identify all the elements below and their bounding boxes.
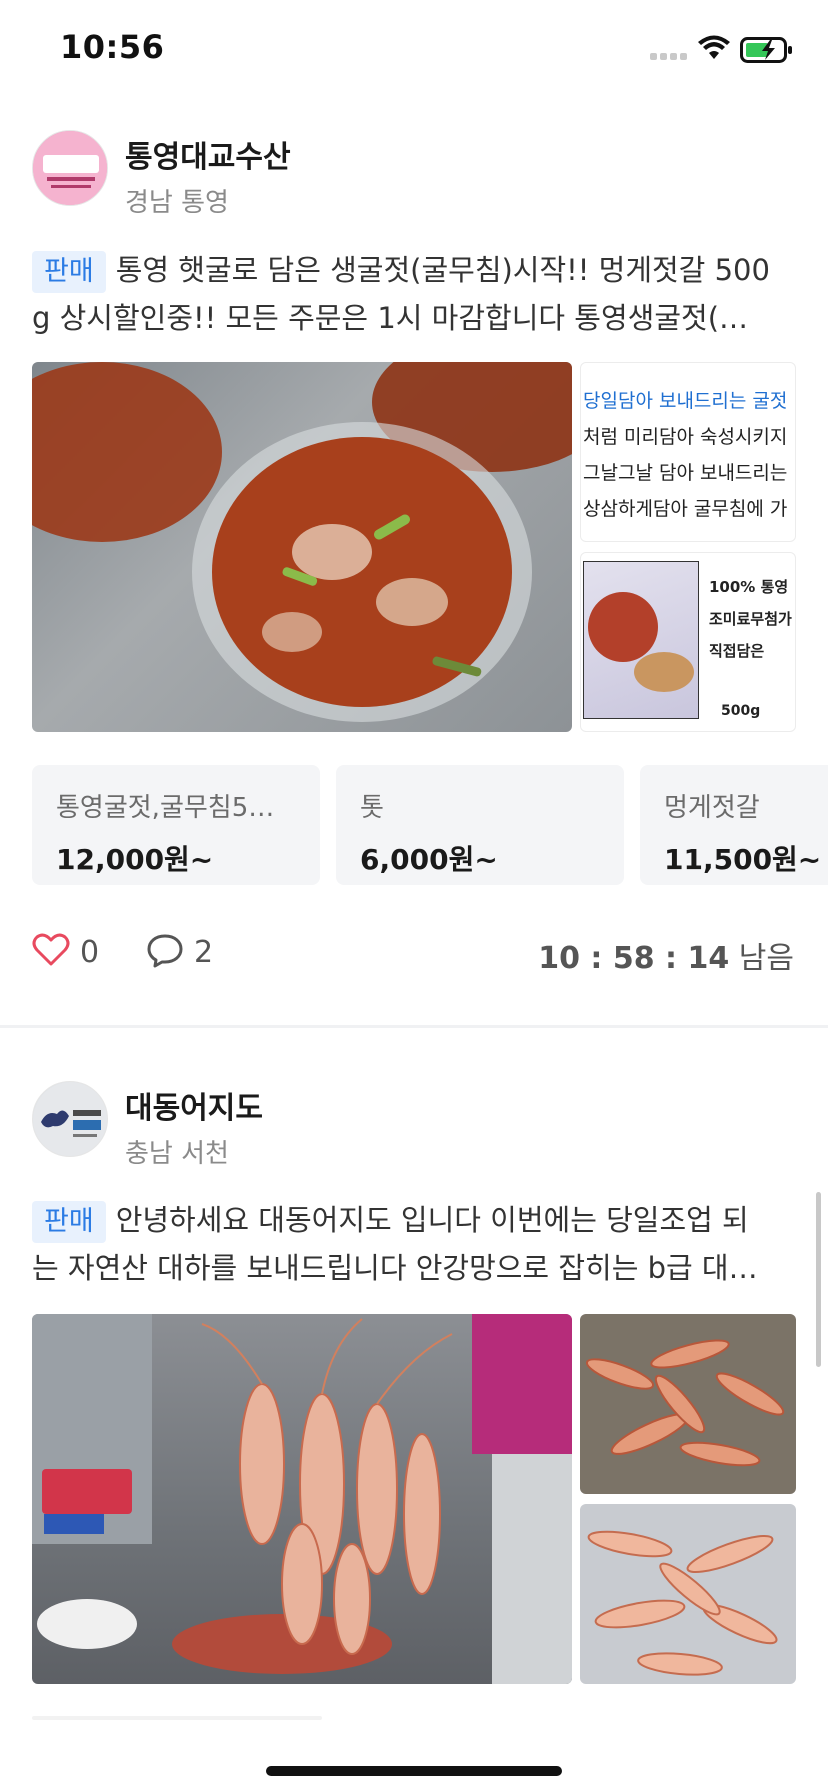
seller-logo (33, 131, 107, 205)
like-count: 0 (80, 935, 100, 970)
post-text-line: 안녕하세요 대동어지도 입니다 이번에는 당일조업 되 (115, 1203, 749, 1237)
thumbnail-photo[interactable]: 당일담아 보내드리는 굴젓 처럼 미리담아 숙성시키지 그날그날 담아 보내드리… (580, 362, 796, 542)
thumbnail-text: 직접담은 (709, 642, 765, 660)
next-post-peek (32, 1716, 322, 1720)
timer-seconds: 14 (687, 941, 730, 976)
seller-logo (33, 1082, 107, 1156)
thumbnail-text: 500g (721, 703, 761, 719)
post-description[interactable]: 판매 안녕하세요 대동어지도 입니다 이번에는 당일조업 되 는 자연산 대하를 … (32, 1196, 798, 1292)
comment-icon[interactable] (146, 933, 184, 969)
timer-hours: 10 (538, 941, 580, 976)
time-remaining: 10 : 58 : 14 남음 (538, 941, 794, 976)
post-text-line: 통영 햇굴로 담은 생굴젓(굴무침)시작!! 멍게젓갈 500 (115, 253, 770, 287)
main-photo[interactable] (32, 1314, 572, 1684)
sale-badge: 판매 (32, 1201, 106, 1243)
thumbnail-text: 그날그날 담아 보내드리는 (583, 462, 788, 484)
seller-location: 충남 서천 (125, 1139, 229, 1169)
product-name: 멍게젓갈 (664, 793, 760, 823)
home-indicator[interactable] (266, 1766, 562, 1776)
thumbnail-text: 100% 통영 (709, 578, 789, 596)
heart-icon[interactable] (32, 933, 70, 967)
product-price: 11,500원~ (664, 843, 822, 876)
timer-suffix: 남음 (738, 941, 794, 976)
thumbnail-text: 조미료무첨가 (709, 610, 792, 628)
shrimp-thumbnail-image (587, 1530, 778, 1676)
shrimp-image (32, 1314, 572, 1684)
post-text-line: g 상시할인중!! 모든 주문은 1시 마감합니다 통영생굴젓(… (32, 301, 749, 335)
thumbnail-photo[interactable]: 100% 통영 조미료무첨가 직접담은 500g (580, 552, 796, 732)
thumbnail-product-image (583, 561, 699, 719)
thumbnail-photo[interactable] (580, 1314, 796, 1494)
scrollbar[interactable] (816, 1192, 821, 1367)
comment-count: 2 (194, 935, 214, 970)
thumbnail-text: 상삼하게담아 굴무침에 가 (583, 498, 788, 520)
seller-name[interactable]: 통영대교수산 (125, 132, 291, 176)
main-photo[interactable] (32, 362, 572, 732)
timer-minutes: 58 (612, 941, 655, 976)
product-price: 6,000원~ (360, 843, 498, 876)
product-price: 12,000원~ (56, 843, 214, 876)
post-card[interactable]: 대동어지도 충남 서천 판매 안녕하세요 대동어지도 입니다 이번에는 당일조업 … (0, 1028, 828, 1792)
post-actions: 0 2 10 : 58 : 14 남음 (0, 925, 828, 985)
oyster-jar-image (32, 362, 572, 722)
post-description[interactable]: 판매 통영 햇굴로 담은 생굴젓(굴무침)시작!! 멍게젓갈 500 g 상시할인… (32, 246, 798, 342)
post-card[interactable]: 통영대교수산 경남 통영 판매 통영 햇굴로 담은 생굴젓(굴무침)시작!! 멍게… (0, 0, 828, 1025)
product-option-card[interactable]: 통영굴젓,굴무침5… 12,000원~ (32, 765, 320, 885)
post-text-line: 는 자연산 대하를 보내드립니다 안강망으로 잡히는 b급 대… (32, 1251, 758, 1285)
product-option-card[interactable]: 멍게젓갈 11,500원~ (640, 765, 828, 885)
seller-location: 경남 통영 (125, 188, 229, 218)
product-option-card[interactable]: 톳 6,000원~ (336, 765, 624, 885)
thumbnail-text: 당일담아 보내드리는 굴젓 (583, 390, 788, 412)
product-name: 톳 (360, 793, 384, 823)
shrimp-thumbnail-image (585, 1339, 785, 1467)
seller-avatar[interactable] (32, 130, 108, 206)
thumbnail-text: 처럼 미리담아 숙성시키지 (583, 426, 788, 448)
product-name: 통영굴젓,굴무침5… (56, 793, 275, 823)
seller-name[interactable]: 대동어지도 (125, 1083, 263, 1127)
thumbnail-photo[interactable] (580, 1504, 796, 1684)
seller-avatar[interactable] (32, 1081, 108, 1157)
sale-badge: 판매 (32, 251, 106, 293)
